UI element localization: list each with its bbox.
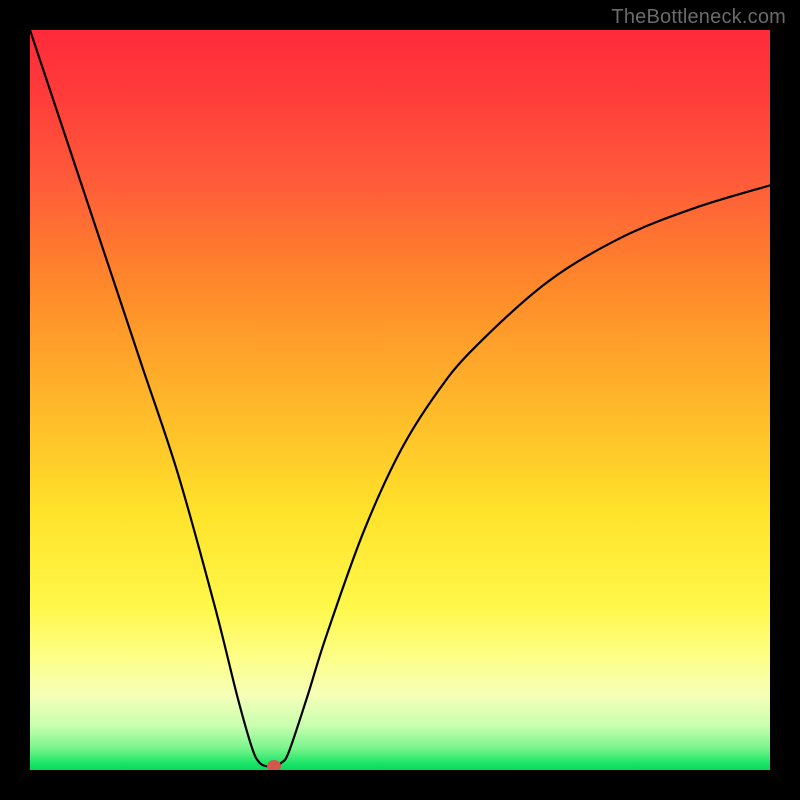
attribution-label: TheBottleneck.com <box>611 6 786 29</box>
plot-area <box>30 30 770 770</box>
bottleneck-curve <box>30 30 770 770</box>
chart-frame: TheBottleneck.com <box>0 0 800 800</box>
optimal-point-marker <box>267 760 281 770</box>
